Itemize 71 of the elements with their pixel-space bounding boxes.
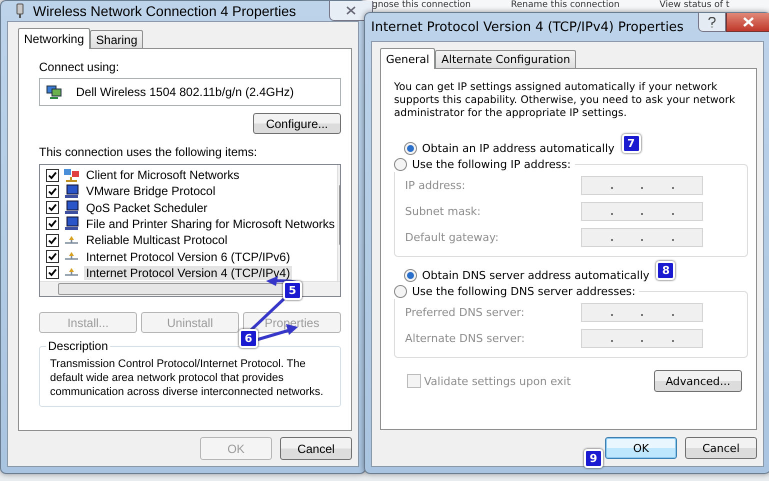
dialog-button[interactable]: Cancel	[685, 437, 757, 459]
network-adapter-icon	[46, 84, 62, 100]
tab[interactable]: Sharing	[90, 30, 144, 48]
close-button[interactable]	[726, 13, 769, 32]
list-item[interactable]: Client for Microsoft Networks	[84, 168, 242, 182]
close-icon	[742, 17, 754, 27]
field-label: Subnet mask:	[405, 204, 481, 218]
list-item[interactable]: File and Printer Sharing for Microsoft Networks	[84, 216, 337, 231]
advanced-button[interactable]: Advanced...	[654, 370, 742, 392]
ip-address-field[interactable]	[581, 202, 703, 220]
list-item[interactable]: Reliable Multicast Protocol	[84, 233, 230, 248]
dialog-button[interactable]: Cancel	[280, 437, 352, 460]
dialog-button[interactable]: OK	[605, 437, 677, 459]
configure-button[interactable]: Configure...	[253, 113, 341, 134]
network-client-icon	[63, 168, 80, 183]
toolbar-link[interactable]: gnose this connection	[372, 0, 471, 12]
connect-using-label: Connect using:	[39, 60, 120, 74]
list-item[interactable]: VMware Bridge Protocol	[84, 184, 218, 198]
field-label: Default gateway:	[405, 230, 499, 244]
checkbox[interactable]	[46, 234, 59, 247]
horizontal-scrollbar[interactable]	[40, 281, 340, 296]
list-item[interactable]: QoS Packet Scheduler	[84, 200, 210, 215]
checkbox[interactable]	[46, 184, 59, 198]
radio-button[interactable]	[394, 158, 407, 170]
items-label: This connection uses the following items:	[39, 145, 258, 159]
field-label: IP address:	[405, 178, 466, 192]
step-number-badge: 7	[622, 134, 641, 152]
help-button[interactable]	[698, 13, 726, 32]
ip-address-field[interactable]	[581, 228, 703, 246]
step-number-badge: 6	[239, 329, 258, 348]
adapter-name: Dell Wireless 1504 802.11b/g/n (2.4GHz)	[76, 85, 294, 99]
field-label: Preferred DNS server:	[405, 306, 524, 318]
ip-address-field[interactable]	[581, 302, 703, 322]
description-title: Description	[47, 339, 110, 353]
ip-address-field[interactable]	[581, 328, 703, 348]
computer-icon	[63, 216, 80, 232]
vertical-scrollbar[interactable]	[336, 165, 340, 281]
checkbox[interactable]	[46, 217, 59, 230]
toolbar-link[interactable]: View status of t	[660, 0, 730, 12]
checkbox[interactable]	[46, 266, 59, 280]
tab[interactable]: Alternate Configuration	[435, 50, 576, 68]
checkbox[interactable]	[46, 168, 59, 182]
radio-label[interactable]: Use the following IP address:	[412, 158, 571, 170]
ip-address-field[interactable]	[581, 176, 703, 194]
close-icon	[346, 6, 356, 14]
window-title: Internet Protocol Version 4 (TCP/IPv4) Properties	[371, 20, 684, 34]
radio-label[interactable]: Obtain an IP address automatically	[422, 142, 615, 154]
step-number-badge: 9	[584, 448, 603, 468]
radio-label[interactable]: Use the following DNS server addresses:	[412, 284, 636, 298]
close-button[interactable]	[329, 1, 373, 21]
tab[interactable]: General	[380, 48, 436, 69]
network-adapter-icon	[15, 3, 25, 19]
intro-text: You can get IP settings assigned automatically if your network supports this capability. Otherwise, you need to ask your network administrator for the appropriate IP settings.	[394, 81, 736, 120]
radio-button[interactable]	[394, 284, 407, 298]
computer-icon	[63, 184, 80, 199]
list-item[interactable]: Internet Protocol Version 6 (TCP/IPv6)	[84, 250, 292, 264]
computer-icon	[63, 200, 80, 216]
checkbox[interactable]	[46, 201, 59, 214]
checkbox[interactable]	[46, 250, 59, 264]
tab[interactable]: Networking	[18, 28, 90, 49]
radio-button[interactable]	[404, 268, 417, 282]
description-text: Transmission Control Protocol/Internet Protocol. The default wide area network protocol that provides communication across diverse interconnected networks.	[50, 357, 324, 399]
toolbar-link[interactable]: Rename this connection	[510, 0, 620, 12]
step-number-badge: 5	[283, 281, 302, 300]
radio-label[interactable]: Obtain DNS server address automatically	[422, 268, 650, 282]
help-icon	[708, 16, 716, 28]
step-number-badge: 8	[656, 260, 676, 280]
field-label: Alternate DNS server:	[405, 332, 525, 344]
window-title: Wireless Network Connection 4 Properties	[33, 3, 296, 19]
radio-button[interactable]	[404, 142, 417, 154]
list-item[interactable]: Internet Protocol Version 4 (TCP/IPv4)	[84, 266, 292, 280]
